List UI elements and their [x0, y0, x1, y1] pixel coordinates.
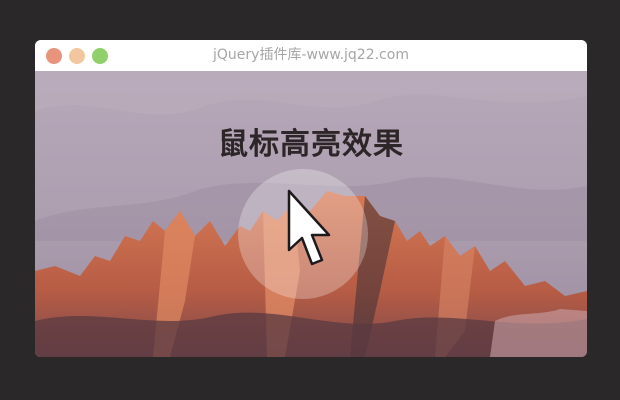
mountain-landscape: 鼠标高亮效果 [35, 71, 587, 357]
page-headline: 鼠标高亮效果 [218, 127, 404, 162]
window-title: jQuery插件库-www.jq22.com [213, 47, 409, 63]
title-bar: jQuery插件库-www.jq22.com [35, 40, 587, 71]
mouse-pointer-icon [287, 189, 331, 266]
browser-window: jQuery插件库-www.jq22.com 鼠标高亮效果 [35, 40, 587, 357]
